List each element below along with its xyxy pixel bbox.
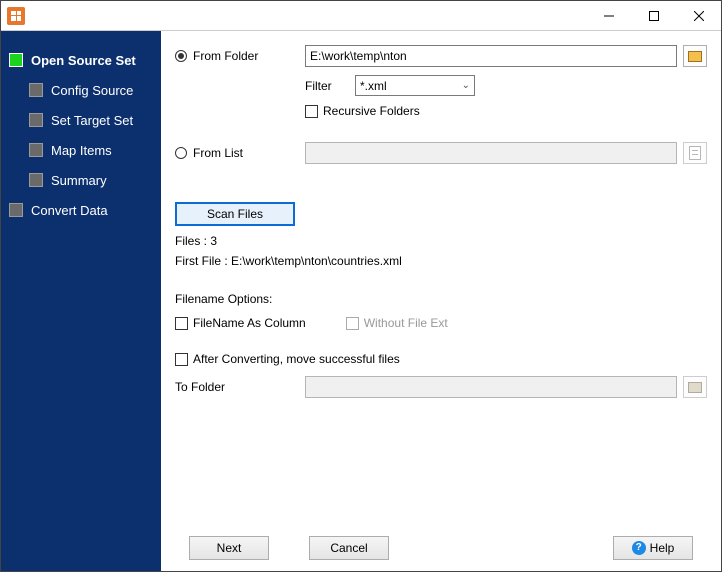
- filter-combo[interactable]: *.xml ⌄: [355, 75, 475, 96]
- next-button[interactable]: Next: [189, 536, 269, 560]
- help-label: Help: [650, 541, 675, 555]
- sidebar-item-config-source[interactable]: Config Source: [1, 75, 161, 105]
- files-count-label: Files : 3: [175, 234, 707, 248]
- maximize-button[interactable]: [631, 1, 676, 30]
- sidebar-item-label: Map Items: [51, 143, 112, 158]
- without-file-ext-label: Without File Ext: [364, 316, 448, 330]
- sidebar-item-map-items[interactable]: Map Items: [1, 135, 161, 165]
- sidebar-item-label: Convert Data: [31, 203, 108, 218]
- filename-options-label: Filename Options:: [175, 292, 707, 306]
- filename-as-column-option[interactable]: FileName As Column: [175, 316, 306, 330]
- first-file-label: First File : E:\work\temp\nton\countries…: [175, 254, 707, 268]
- recursive-checkbox[interactable]: [305, 105, 318, 118]
- from-list-input: [305, 142, 677, 164]
- step-inactive-icon: [9, 203, 23, 217]
- sidebar-item-label: Summary: [51, 173, 107, 188]
- step-inactive-icon: [29, 113, 43, 127]
- sidebar-item-set-target-set[interactable]: Set Target Set: [1, 105, 161, 135]
- from-list-radio[interactable]: From List: [175, 146, 305, 160]
- sidebar-item-label: Config Source: [51, 83, 133, 98]
- filename-as-column-label: FileName As Column: [193, 316, 306, 330]
- folder-path-input[interactable]: [305, 45, 677, 67]
- footer: Next Cancel ? Help: [175, 523, 707, 571]
- scan-files-button[interactable]: Scan Files: [175, 202, 295, 226]
- browse-list-button: [683, 142, 707, 164]
- main-panel: From Folder Filter *.xml ⌄ R: [161, 31, 721, 571]
- cancel-button[interactable]: Cancel: [309, 536, 389, 560]
- folder-icon: [688, 382, 702, 393]
- sidebar-item-convert-data[interactable]: Convert Data: [1, 195, 161, 225]
- filter-value: *.xml: [360, 79, 387, 93]
- app-icon: [7, 7, 25, 25]
- after-converting-checkbox[interactable]: [175, 353, 188, 366]
- app-window: Open Source Set Config Source Set Target…: [0, 0, 722, 572]
- from-folder-label: From Folder: [193, 49, 258, 63]
- help-button[interactable]: ? Help: [613, 536, 693, 560]
- without-file-ext-option: Without File Ext: [346, 316, 448, 330]
- sidebar-item-label: Set Target Set: [51, 113, 133, 128]
- sidebar-item-label: Open Source Set: [31, 53, 136, 68]
- step-inactive-icon: [29, 83, 43, 97]
- browse-to-folder-button: [683, 376, 707, 398]
- wizard-sidebar: Open Source Set Config Source Set Target…: [1, 31, 161, 571]
- window-controls: [586, 1, 721, 30]
- list-icon: [689, 146, 701, 160]
- titlebar: [1, 1, 721, 31]
- sidebar-item-open-source-set[interactable]: Open Source Set: [1, 45, 161, 75]
- without-file-ext-checkbox: [346, 317, 359, 330]
- from-list-label: From List: [193, 146, 243, 160]
- step-active-icon: [9, 53, 23, 67]
- radio-unchecked-icon: [175, 147, 187, 159]
- close-button[interactable]: [676, 1, 721, 30]
- step-inactive-icon: [29, 143, 43, 157]
- minimize-button[interactable]: [586, 1, 631, 30]
- radio-checked-icon: [175, 50, 187, 62]
- chevron-down-icon: ⌄: [462, 80, 470, 91]
- from-folder-radio[interactable]: From Folder: [175, 49, 305, 63]
- recursive-label: Recursive Folders: [323, 104, 420, 118]
- step-inactive-icon: [29, 173, 43, 187]
- folder-icon: [688, 51, 702, 62]
- to-folder-input: [305, 376, 677, 398]
- after-converting-label: After Converting, move successful files: [193, 352, 400, 366]
- browse-folder-button[interactable]: [683, 45, 707, 67]
- sidebar-item-summary[interactable]: Summary: [1, 165, 161, 195]
- filename-as-column-checkbox[interactable]: [175, 317, 188, 330]
- help-icon: ?: [632, 541, 646, 555]
- to-folder-label: To Folder: [175, 380, 305, 394]
- filter-label: Filter: [305, 79, 355, 93]
